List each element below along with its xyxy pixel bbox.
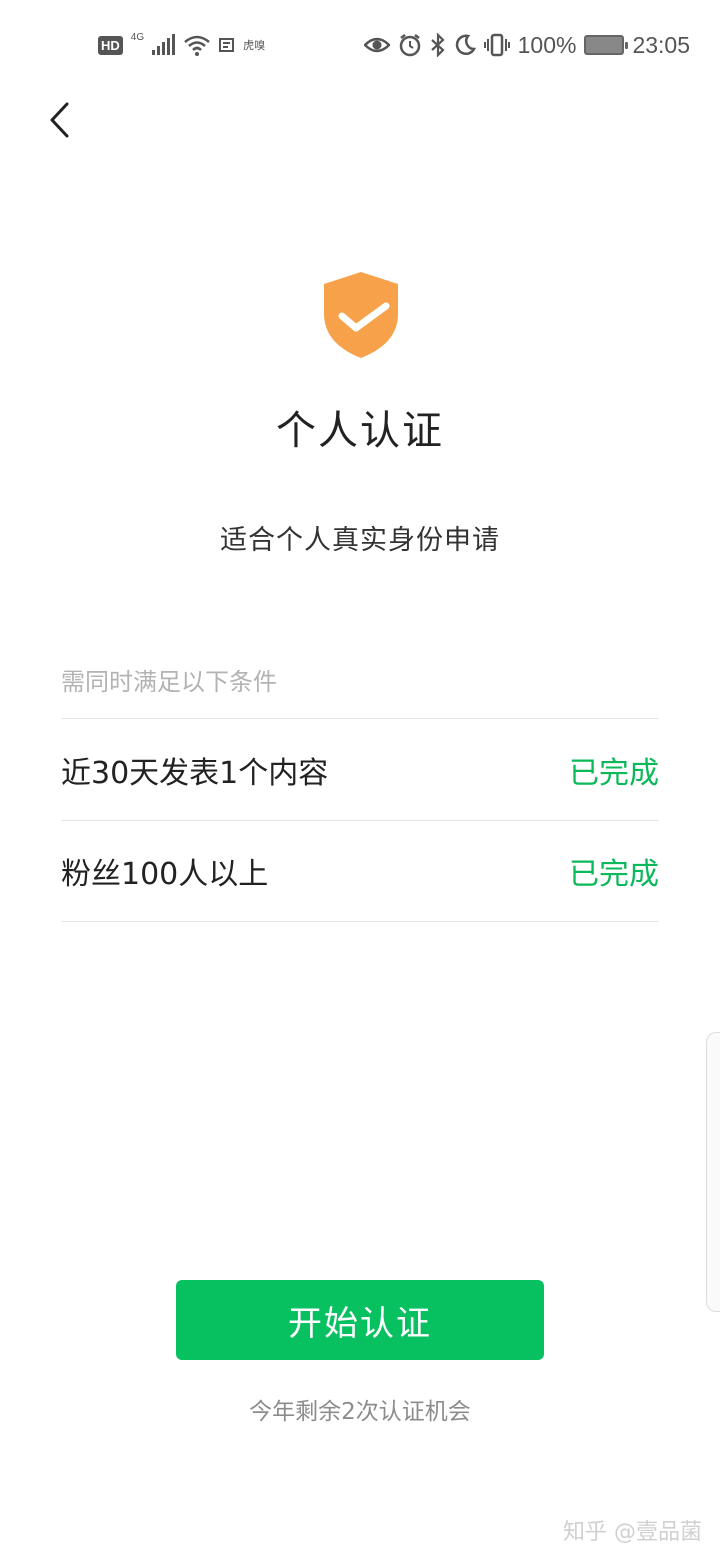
condition-status: 已完成 xyxy=(569,755,659,791)
start-verification-button[interactable]: 开始认证 xyxy=(176,1280,544,1360)
signal-icon xyxy=(152,34,176,55)
page-title: 个人认证 xyxy=(276,408,444,454)
list-item: 粉丝100人以上 已完成 xyxy=(61,820,659,922)
back-button[interactable] xyxy=(36,96,84,144)
carrier-text: 虎嗅 xyxy=(243,39,266,52)
remaining-attempts-text: 今年剩余2次认证机会 xyxy=(249,1399,471,1425)
condition-label: 粉丝100人以上 xyxy=(61,857,269,892)
battery-icon xyxy=(584,35,629,55)
battery-percent: 100% xyxy=(517,31,577,58)
shield-check-icon xyxy=(324,272,398,358)
status-bar-right: 100% 23:05 xyxy=(363,30,690,60)
hd-badge: HD xyxy=(98,35,123,55)
wifi-icon xyxy=(184,35,210,56)
network-type: 4G xyxy=(130,31,145,43)
vibrate-icon xyxy=(483,33,510,57)
eye-icon xyxy=(363,37,390,53)
condition-status: 已完成 xyxy=(569,857,659,892)
page: HD 4G 虎嗅 100% 23:05 个人认证 适合个人真实身份申请 需同时满… xyxy=(0,0,720,1560)
status-time: 23:05 xyxy=(632,31,690,58)
list-item: 近30天发表1个内容 已完成 xyxy=(61,718,659,820)
condition-label: 近30天发表1个内容 xyxy=(61,755,329,791)
status-bar-left: HD 4G 虎嗅 xyxy=(98,30,265,60)
app-notification-icon xyxy=(219,38,235,52)
page-subtitle: 适合个人真实身份申请 xyxy=(220,525,500,556)
bluetooth-icon xyxy=(430,33,445,57)
edge-handle[interactable] xyxy=(706,1032,720,1312)
watermark: 知乎 @壹品菌 xyxy=(563,1520,702,1545)
conditions-header: 需同时满足以下条件 xyxy=(61,668,277,696)
status-bar: HD 4G 虎嗅 100% 23:05 xyxy=(0,0,720,88)
conditions-list: 近30天发表1个内容 已完成 粉丝100人以上 已完成 xyxy=(61,718,659,922)
moon-icon xyxy=(455,34,476,56)
alarm-icon xyxy=(399,34,420,57)
chevron-left-icon xyxy=(50,102,69,138)
